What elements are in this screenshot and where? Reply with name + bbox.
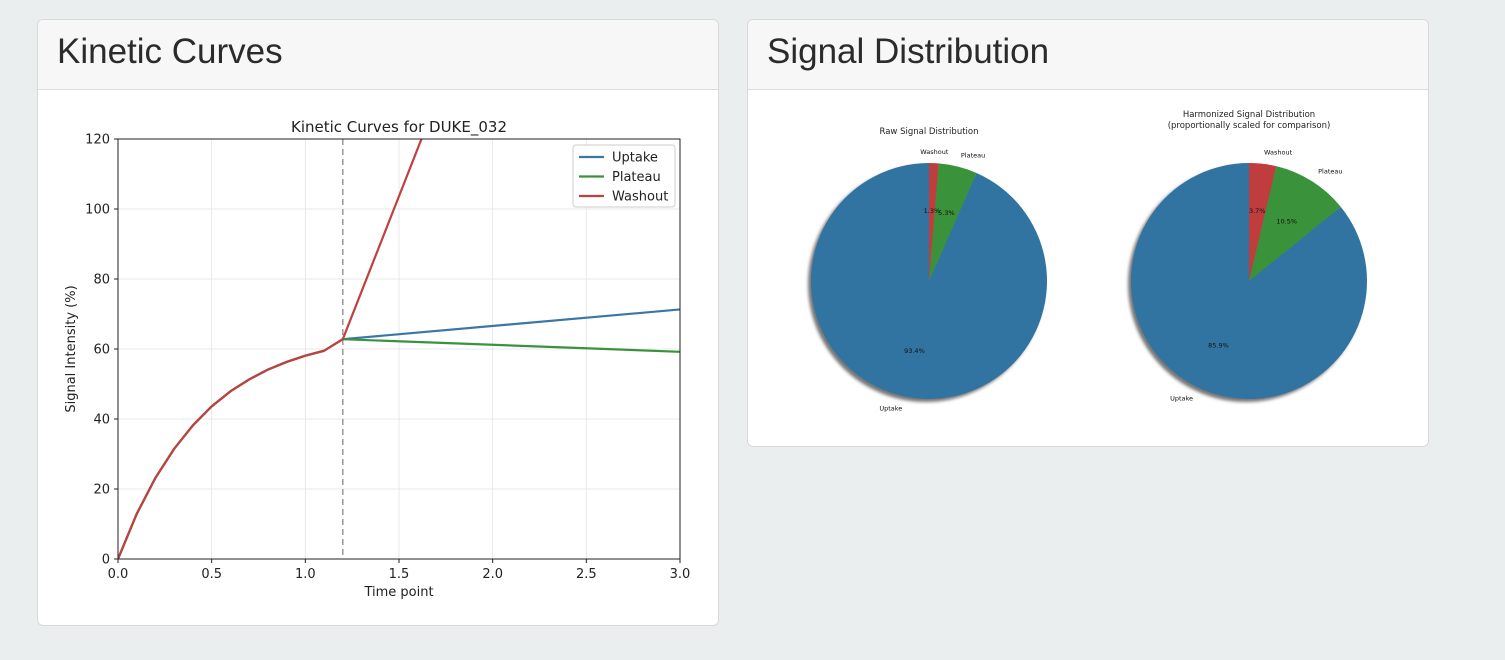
x-tick-label: 1.5 <box>389 567 410 582</box>
signal-distribution-card-title: Signal Distribution <box>767 32 1050 71</box>
kinetic-curves-card-header: Kinetic Curves <box>38 20 718 90</box>
y-tick-label: 60 <box>93 343 110 358</box>
pie-category-label-uptake: Uptake <box>879 405 902 413</box>
y-tick-label: 40 <box>93 413 110 428</box>
pie-title: Raw Signal Distribution <box>880 127 979 137</box>
kinetic-curves-card-title: Kinetic Curves <box>57 32 283 71</box>
chart-legend: Uptake Plateau Washout <box>572 144 676 208</box>
x-tick-label: 0.0 <box>108 567 129 582</box>
signal-distribution-card-header: Signal Distribution <box>748 20 1428 90</box>
pie-percent-label-plateau: 5.3% <box>938 209 955 217</box>
pie-percent-label-plateau: 10.5% <box>1276 218 1297 226</box>
pie-category-label-uptake: Uptake <box>1170 395 1193 403</box>
kinetic-line-chart: 0.0 0.5 1.0 1.5 2.0 2.5 3.0 0 20 40 60 80 100 120 Kine… <box>64 118 691 600</box>
y-axis-label: Signal Intensity (%) <box>64 285 79 412</box>
pie-title: Harmonized Signal Distribution <box>1183 110 1315 120</box>
pie-percent-label-washout: 3.7% <box>1249 207 1266 215</box>
x-tick-label: 0.5 <box>201 567 222 582</box>
pie-category-label-plateau: Plateau <box>1318 168 1342 176</box>
y-tick-label: 20 <box>93 483 110 498</box>
pie-percent-label-uptake: 93.4% <box>904 347 925 355</box>
harmonized-signal-pie-chart: Harmonized Signal Distribution(proportio… <box>1128 110 1367 403</box>
pie-percent-label-washout: 1.3% <box>924 207 941 215</box>
legend-label-uptake: Uptake <box>612 151 658 166</box>
pie-category-label-washout: Washout <box>920 148 949 156</box>
y-tick-label: 100 <box>85 203 110 218</box>
raw-signal-pie-chart: Raw Signal Distribution 93.4% Uptake 5.3% Pl… <box>808 127 1047 413</box>
pie-subtitle: (proportionally scaled for comparison) <box>1168 121 1331 131</box>
pie-category-label-plateau: Plateau <box>961 152 985 160</box>
pie-percent-label-uptake: 85.9% <box>1208 341 1229 349</box>
y-tick-label: 120 <box>85 133 110 148</box>
pie-category-label-washout: Washout <box>1264 149 1293 157</box>
y-tick-label: 0 <box>102 553 110 568</box>
x-tick-label: 3.0 <box>670 567 691 582</box>
legend-label-plateau: Plateau <box>612 170 661 185</box>
signal-distribution-card: Signal Distribution Raw Signal Distribut… <box>747 19 1429 447</box>
chart-title: Kinetic Curves for DUKE_032 <box>291 118 507 137</box>
kinetic-curves-card: Kinetic Curves 0.0 0.5 1.0 1.5 2.0 2.5 3.0 0 20 4… <box>37 19 719 626</box>
x-tick-label: 2.5 <box>576 567 597 582</box>
legend-label-washout: Washout <box>612 190 668 205</box>
x-tick-label: 2.0 <box>482 567 503 582</box>
y-tick-label: 80 <box>93 273 110 288</box>
x-tick-label: 1.0 <box>295 567 316 582</box>
x-axis-label: Time point <box>363 585 433 600</box>
